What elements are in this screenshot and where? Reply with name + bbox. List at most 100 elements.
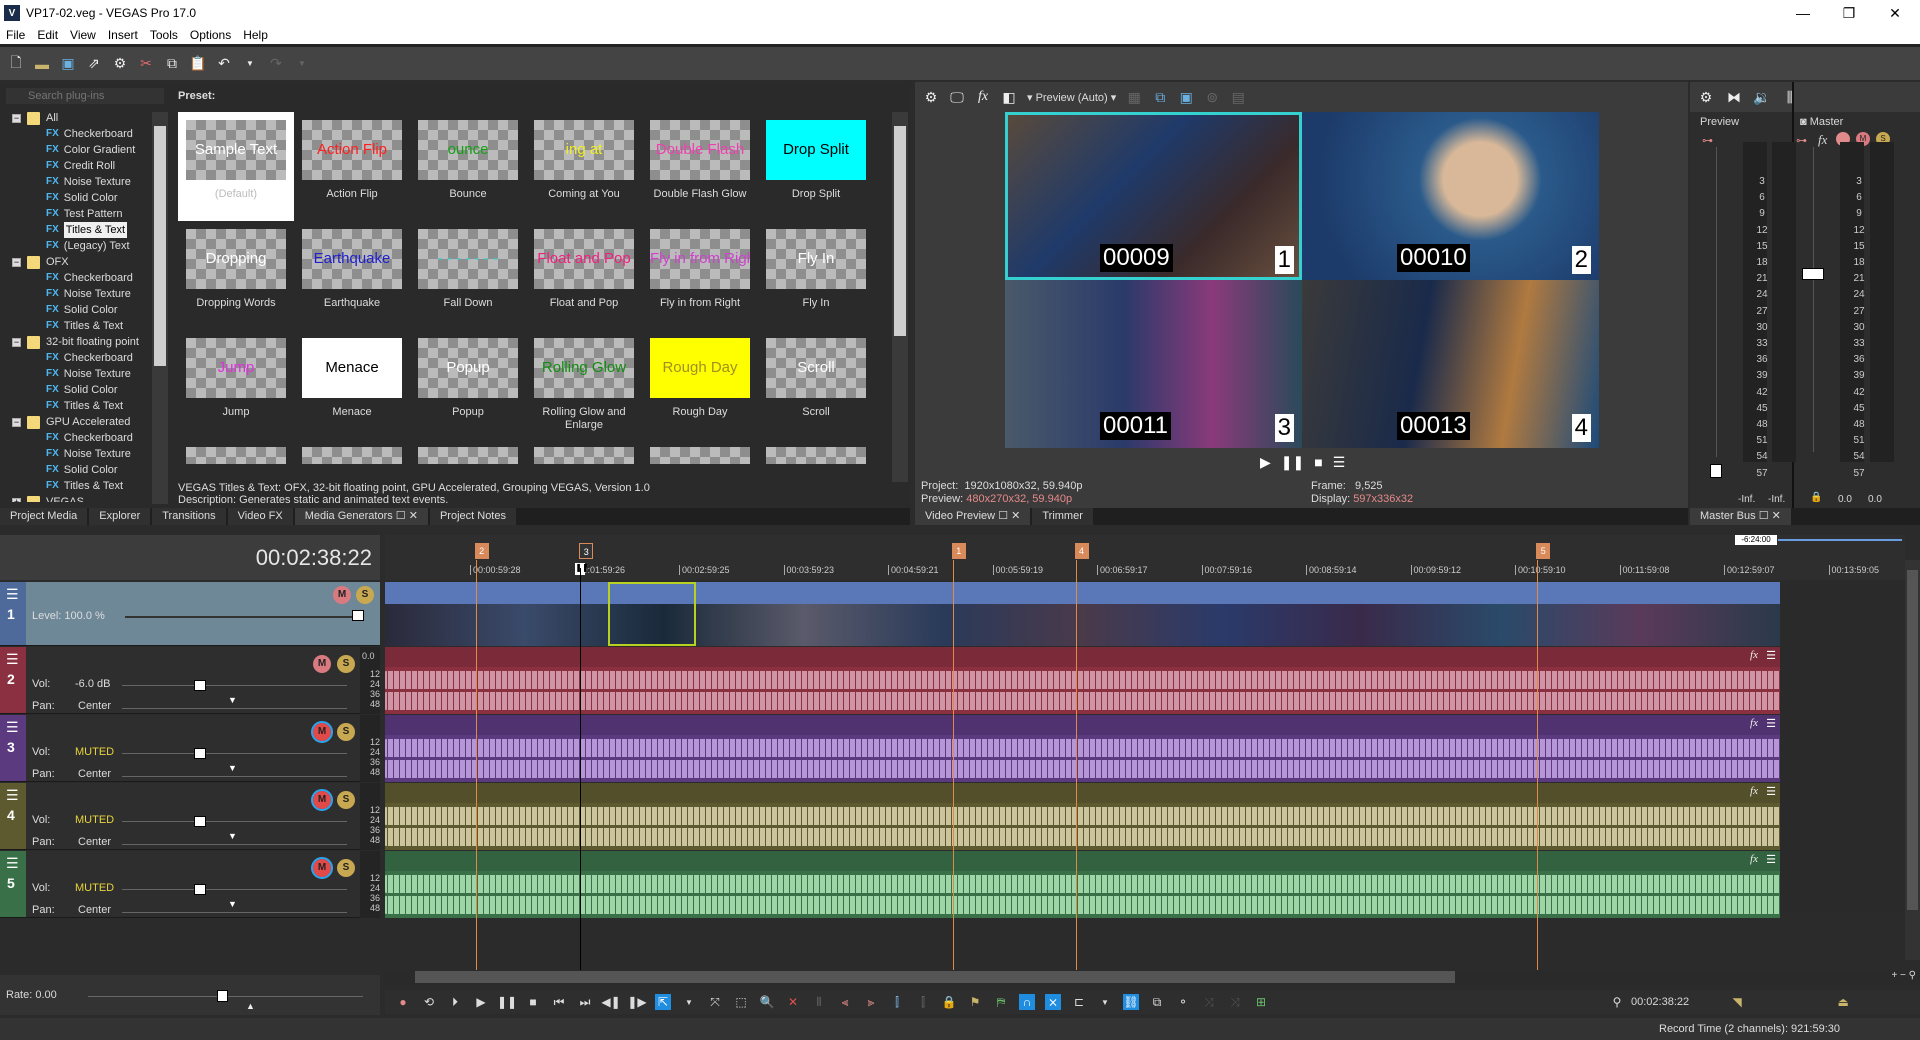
pan-value[interactable]: Center: [78, 768, 111, 780]
close-tab-icon[interactable]: ✕: [1772, 510, 1781, 522]
expand-toggle-icon[interactable]: +: [12, 497, 21, 502]
preset-item[interactable]: Action Flip Action Flip: [294, 112, 410, 221]
timeline-hscroll[interactable]: + − ⚲: [385, 970, 1920, 984]
pan-value[interactable]: Center: [78, 700, 111, 712]
tree-item[interactable]: FX Titles & Text: [0, 222, 152, 238]
event-menu-icon[interactable]: ☰: [1766, 853, 1776, 866]
camera-angle[interactable]: 00013 4: [1302, 280, 1599, 448]
next-frame-icon[interactable]: ❚▶: [627, 994, 646, 1010]
open-folder-icon[interactable]: ▬: [34, 56, 50, 72]
fader-lock-icon[interactable]: 🔒: [1810, 492, 1822, 503]
master-fader-track[interactable]: [1813, 147, 1814, 452]
camera-angle[interactable]: 00009 1: [1005, 112, 1302, 280]
playhead-cursor[interactable]: [580, 568, 582, 970]
tree-item[interactable]: FX Checkerboard: [0, 270, 152, 286]
preset-item[interactable]: [410, 439, 526, 464]
vol-slider-track[interactable]: [122, 753, 347, 754]
preview-bus-io-icon[interactable]: ⊶: [1702, 134, 1713, 147]
lock-envelopes-icon[interactable]: ⛓: [1123, 994, 1139, 1010]
preset-scrollbar[interactable]: [892, 112, 908, 482]
pan-slider-track[interactable]: [122, 912, 347, 913]
mute-button[interactable]: M: [313, 655, 331, 673]
plugin-search-input[interactable]: [6, 88, 164, 104]
tree-item[interactable]: FX Noise Texture: [0, 446, 152, 462]
video-lane[interactable]: [385, 582, 1780, 646]
track-menu-icon[interactable]: ☰: [6, 651, 19, 668]
tree-item[interactable]: FX Solid Color: [0, 190, 152, 206]
expand-toggle-icon[interactable]: −: [12, 257, 21, 267]
track-menu-icon[interactable]: ☰: [6, 855, 19, 872]
preset-item[interactable]: Menace Menace: [294, 330, 410, 439]
record-icon[interactable]: ●: [395, 994, 411, 1010]
preview-menu-icon[interactable]: ☰: [1333, 454, 1346, 471]
tree-item[interactable]: FX Solid Color: [0, 462, 152, 478]
envelope-tool-icon[interactable]: ⤧: [707, 994, 723, 1010]
preset-item[interactable]: ing at Coming at You: [526, 112, 642, 221]
tab-video-preview[interactable]: Video Preview ☐ ✕: [915, 508, 1031, 525]
maximize-button[interactable]: ❐: [1826, 0, 1872, 26]
pan-center-icon[interactable]: ▼: [228, 763, 237, 773]
add-track-icon[interactable]: ⊞: [1253, 994, 1269, 1010]
solo-button[interactable]: S: [337, 791, 355, 809]
mute-button[interactable]: M: [311, 721, 333, 743]
selection-length-icon[interactable]: ⏏: [1835, 994, 1851, 1010]
save-icon[interactable]: ▣: [60, 55, 76, 72]
trim-start-icon[interactable]: ⫷: [837, 994, 853, 1010]
mute-button[interactable]: M: [333, 586, 351, 604]
timeline-hscroll-thumb[interactable]: [415, 971, 1455, 983]
undo-dropdown-icon[interactable]: ▼: [242, 56, 258, 72]
rate-slider-thumb[interactable]: [217, 990, 228, 1002]
tree-item[interactable]: FX Noise Texture: [0, 366, 152, 382]
event-menu-icon[interactable]: ☰: [1766, 717, 1776, 730]
preset-item[interactable]: ounce Bounce: [410, 112, 526, 221]
trim-icon[interactable]: ⫴: [811, 994, 827, 1010]
tree-item[interactable]: FX Noise Texture: [0, 286, 152, 302]
tree-item[interactable]: FX Solid Color: [0, 302, 152, 318]
menu-file[interactable]: File: [0, 26, 31, 44]
tree-item[interactable]: FX Solid Color: [0, 382, 152, 398]
menu-view[interactable]: View: [64, 26, 102, 44]
mixer-settings-gear-icon[interactable]: ⚙: [1698, 89, 1714, 105]
preset-item[interactable]: Scroll Scroll: [758, 330, 874, 439]
solo-button[interactable]: S: [337, 723, 355, 741]
play-icon[interactable]: ▶: [473, 994, 489, 1010]
ignore-grouping-icon[interactable]: ⧉: [1149, 994, 1165, 1010]
timeline-marker[interactable]: 4: [1074, 543, 1089, 559]
mute-button[interactable]: M: [311, 857, 333, 879]
preset-item[interactable]: Popup Popup: [410, 330, 526, 439]
selection-start-icon[interactable]: ◥: [1729, 994, 1745, 1010]
media-cache-icon[interactable]: ⚬: [1175, 994, 1191, 1010]
trim-end-icon[interactable]: ⫸: [863, 994, 879, 1010]
preview-device-icon[interactable]: ▤: [1230, 89, 1246, 105]
split-icon[interactable]: ⫿: [889, 994, 905, 1010]
tree-item[interactable]: FX Titles & Text: [0, 398, 152, 414]
audio-lane[interactable]: fx ☰: [385, 783, 1780, 850]
timeline-ruler[interactable]: 00:00:59:28 00:01:59:26 00:02:59:25 00:03:5…: [385, 535, 1905, 580]
preset-item[interactable]: [294, 439, 410, 464]
properties-gear-icon[interactable]: ⚙: [112, 55, 128, 72]
vol-value[interactable]: MUTED: [75, 814, 114, 826]
preset-item[interactable]: [758, 439, 874, 464]
tree-item[interactable]: FX Checkerboard: [0, 350, 152, 366]
disabled-tool-1-icon[interactable]: ⤨: [1201, 994, 1217, 1010]
copy-snapshot-icon[interactable]: ⧉: [1152, 89, 1168, 105]
preset-item[interactable]: Jump Jump: [178, 330, 294, 439]
preview-fader-track[interactable]: [1716, 147, 1717, 457]
solo-button[interactable]: S: [356, 586, 374, 604]
timeline-marker[interactable]: 3: [579, 543, 594, 559]
menu-options[interactable]: Options: [184, 26, 237, 44]
tree-item[interactable]: − 32-bit floating point: [0, 334, 152, 350]
redo-icon[interactable]: ↷: [268, 55, 284, 72]
pan-slider-track[interactable]: [122, 776, 347, 777]
level-slider-thumb[interactable]: [352, 610, 364, 621]
close-tab-icon[interactable]: ✕: [409, 510, 418, 522]
preset-item[interactable]: Slide Up: [642, 439, 758, 464]
vol-slider-thumb[interactable]: [194, 680, 206, 691]
preset-item[interactable]: - - - - - - - Fall Down: [410, 221, 526, 330]
undock-icon[interactable]: ☐: [396, 510, 406, 522]
track-menu-icon[interactable]: ☰: [6, 719, 19, 736]
tree-item[interactable]: FX Checkerboard: [0, 430, 152, 446]
timeline-marker[interactable]: 1: [951, 543, 966, 559]
tree-item[interactable]: FX Color Gradient: [0, 142, 152, 158]
preset-item[interactable]: Sample Text (Default): [178, 112, 294, 221]
